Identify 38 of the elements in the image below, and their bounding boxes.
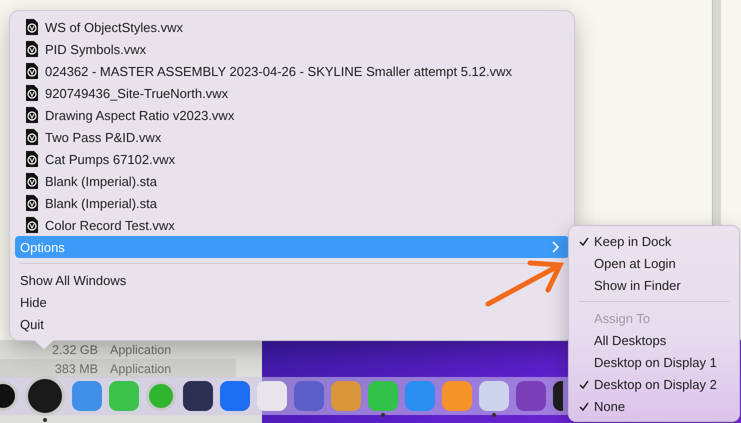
menu-item[interactable]: Show in Finder bbox=[574, 274, 734, 296]
file-icon bbox=[25, 151, 38, 167]
file-icon bbox=[25, 107, 38, 123]
menu-item[interactable]: Blank (Imperial).sta bbox=[15, 192, 569, 214]
size-cell: 383 MB bbox=[54, 362, 98, 376]
menu-item[interactable]: PID Symbols.vwx bbox=[15, 38, 569, 60]
menu-item[interactable]: Color Record Test.vwx bbox=[15, 214, 569, 236]
kind-cell-text: Application bbox=[110, 362, 172, 376]
file-icon bbox=[25, 217, 38, 233]
menu-item[interactable]: Two Pass P&ID.vwx bbox=[15, 126, 569, 148]
file-icon bbox=[25, 85, 38, 101]
file-icon bbox=[25, 173, 38, 189]
app-icon[interactable] bbox=[553, 381, 563, 411]
menu-item[interactable]: Open at Login bbox=[574, 252, 734, 274]
menu-item[interactable]: 024362 - MASTER ASSEMBLY 2023-04-26 - SKYLINE Smaller attempt 5.12.vwx bbox=[15, 60, 569, 82]
menu-item[interactable]: Drawing Aspect Ratio v2023.vwx bbox=[15, 104, 569, 126]
menu-item[interactable]: Cat Pumps 67102.vwx bbox=[15, 148, 569, 170]
menu-item[interactable]: None bbox=[574, 395, 734, 417]
menu-item[interactable]: 920749436_Site-TrueNorth.vwx bbox=[15, 82, 569, 104]
chevron-right-icon bbox=[551, 241, 559, 253]
menu-item[interactable]: WS of ObjectStyles.vwx bbox=[15, 16, 569, 38]
file-icon bbox=[25, 41, 38, 57]
kind-cell-text: Application bbox=[110, 342, 172, 356]
file-icon bbox=[25, 129, 38, 145]
size-cell: 2.32 GB bbox=[52, 342, 98, 356]
menu-item[interactable]: Blank (Imperial).sta bbox=[15, 170, 569, 192]
menu-item[interactable]: Desktop on Display 1 bbox=[574, 351, 734, 373]
menu-item[interactable]: Desktop on Display 2 bbox=[574, 373, 734, 395]
menu-item[interactable]: Hide bbox=[15, 291, 569, 313]
menu-item[interactable]: All Desktops bbox=[574, 329, 734, 351]
file-icon bbox=[25, 195, 38, 211]
menu-item[interactable]: Show All Windows bbox=[15, 269, 569, 291]
app-icon[interactable] bbox=[183, 381, 213, 411]
file-icon bbox=[25, 63, 38, 79]
menu-item[interactable]: Quit bbox=[15, 313, 569, 335]
section-header: Assign To bbox=[593, 310, 652, 328]
menu-item[interactable]: Keep in Dock bbox=[574, 230, 734, 252]
file-icon bbox=[25, 19, 38, 35]
